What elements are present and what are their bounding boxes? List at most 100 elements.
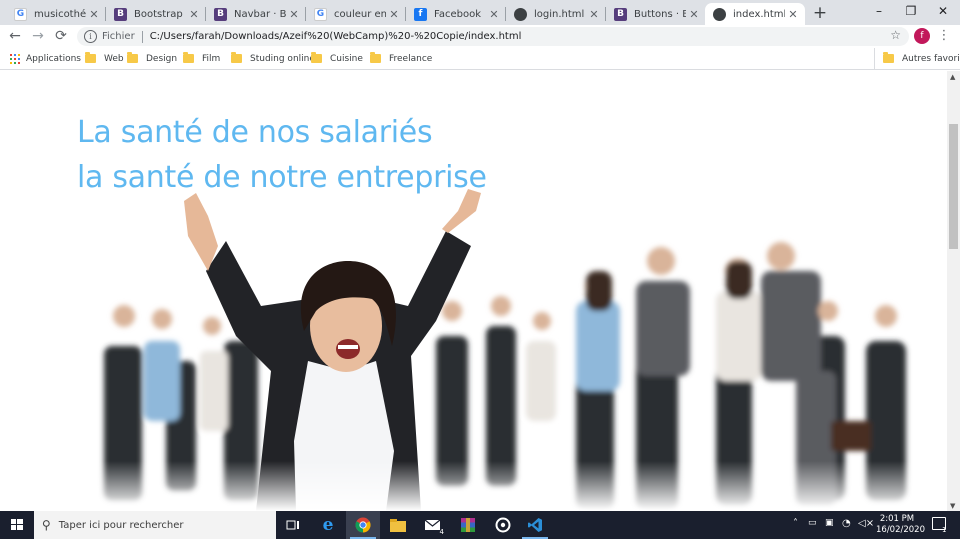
taskbar-chrome[interactable] xyxy=(346,511,380,539)
folder-icon xyxy=(231,52,242,63)
taskbar-vscode[interactable] xyxy=(518,511,552,539)
page-viewport: La santé de nos salariés la santé de not… xyxy=(0,71,947,511)
close-tab-icon[interactable]: ✕ xyxy=(86,8,102,21)
bookmark-freelance[interactable]: Freelance xyxy=(370,48,432,69)
forward-button[interactable]: → xyxy=(27,25,49,48)
taskbar-file-explorer[interactable] xyxy=(381,511,415,539)
folder-icon xyxy=(127,52,138,63)
page-scrollbar[interactable]: ▲ ▼ xyxy=(947,71,960,511)
bookmark-label: Design xyxy=(146,53,178,64)
bookmark-label: Studing online xyxy=(250,53,315,64)
globe-icon xyxy=(514,7,527,21)
tab-0[interactable]: G musicothérapie ✕ xyxy=(6,3,106,25)
clock-date: 16/02/2020 xyxy=(876,525,925,535)
bookmark-label: Film xyxy=(202,53,221,64)
apps-grid-icon xyxy=(10,53,20,64)
close-tab-icon[interactable]: ✕ xyxy=(586,8,602,21)
taskbar-media-player[interactable] xyxy=(486,511,520,539)
maximize-button[interactable]: ❐ xyxy=(895,0,927,25)
tab-title: musicothérapie xyxy=(34,8,86,20)
task-view-button[interactable] xyxy=(276,511,310,539)
close-tab-icon[interactable]: ✕ xyxy=(386,8,402,21)
wifi-icon[interactable]: ◔ xyxy=(842,518,851,529)
tab-title: index.html xyxy=(733,8,785,20)
browser-toolbar: ← → ⟳ i Fichier C:/Users/farah/Downloads… xyxy=(0,25,960,48)
reload-button[interactable]: ⟳ xyxy=(50,25,72,48)
close-tab-icon[interactable]: ✕ xyxy=(686,8,702,21)
folder-icon xyxy=(311,52,322,63)
headline-line-1: La santé de nos salariés xyxy=(77,115,433,150)
address-bar[interactable]: i Fichier C:/Users/farah/Downloads/Azeif… xyxy=(77,27,909,46)
scroll-up-arrow-icon[interactable]: ▲ xyxy=(950,73,955,81)
close-tab-icon[interactable]: ✕ xyxy=(785,8,801,21)
tab-title: Buttons · Boot xyxy=(634,8,686,20)
close-window-button[interactable]: ✕ xyxy=(927,0,959,25)
windows-taskbar: ⚲ Taper ici pour rechercher e 4 ˄ ▭ ▣ ◔ … xyxy=(0,511,960,539)
bookmark-label: Cuisine xyxy=(330,53,363,64)
close-tab-icon[interactable]: ✕ xyxy=(186,8,202,21)
hero-headline: La santé de nos salariés la santé de not… xyxy=(77,110,487,200)
taskbar-mail[interactable]: 4 xyxy=(416,511,450,539)
battery-icon[interactable]: ▭ xyxy=(808,518,817,528)
folder-icon xyxy=(183,52,194,63)
scroll-down-arrow-icon[interactable]: ▼ xyxy=(950,502,955,510)
tab-strip: G musicothérapie ✕ B Bootstrap · The ✕ B… xyxy=(0,0,960,25)
bookmark-label: Applications xyxy=(26,53,81,64)
taskbar-winrar[interactable] xyxy=(451,511,485,539)
bootstrap-icon: B xyxy=(614,7,627,21)
bookmark-design[interactable]: Design xyxy=(127,48,177,69)
tab-3[interactable]: G couleur en htm ✕ xyxy=(306,3,406,25)
tab-2[interactable]: B Navbar · Boots ✕ xyxy=(206,3,306,25)
winrar-icon xyxy=(461,518,475,532)
scroll-thumb[interactable] xyxy=(949,124,958,249)
bookmark-studing-online[interactable]: Studing online xyxy=(231,48,315,69)
tab-5[interactable]: login.html ✕ xyxy=(506,3,606,25)
bookmark-film[interactable]: Film xyxy=(183,48,220,69)
bookmark-web[interactable]: Web xyxy=(85,48,124,69)
scheme-label: Fichier xyxy=(102,31,135,42)
close-tab-icon[interactable]: ✕ xyxy=(486,8,502,21)
bookmark-label: Autres favoris xyxy=(902,53,960,64)
new-tab-button[interactable]: + xyxy=(809,3,831,23)
taskbar-search[interactable]: ⚲ Taper ici pour rechercher xyxy=(34,511,276,539)
tab-6[interactable]: B Buttons · Boot ✕ xyxy=(606,3,706,25)
menu-dots-icon[interactable]: ⋮ xyxy=(937,26,951,46)
clock-time: 2:01 PM xyxy=(879,514,915,524)
tab-title: Facebook xyxy=(434,8,481,20)
taskbar-edge[interactable]: e xyxy=(311,511,345,539)
chevron-up-icon[interactable]: ˄ xyxy=(793,518,798,529)
bookmark-cuisine[interactable]: Cuisine xyxy=(311,48,363,69)
windows-logo-icon xyxy=(11,519,23,530)
bookmarks-bar: Applications Web Design Film Studing onl… xyxy=(0,48,960,70)
tab-1[interactable]: B Bootstrap · The ✕ xyxy=(106,3,206,25)
volume-icon[interactable]: ◁× xyxy=(858,518,874,529)
tab-4[interactable]: f Facebook ✕ xyxy=(406,3,506,25)
google-icon: G xyxy=(14,7,27,21)
mail-badge: 4 xyxy=(439,528,444,536)
start-button[interactable] xyxy=(0,511,34,539)
vscode-icon xyxy=(528,518,542,532)
folder-icon xyxy=(883,52,894,63)
back-button[interactable]: ← xyxy=(4,25,26,48)
taskbar-clock[interactable]: 2:01 PM 16/02/2020 xyxy=(876,514,925,536)
chrome-icon xyxy=(355,517,371,533)
folder-icon xyxy=(370,52,381,63)
task-view-icon xyxy=(286,520,299,530)
facebook-icon: f xyxy=(414,7,427,21)
tab-active[interactable]: index.html ✕ xyxy=(705,3,805,25)
file-explorer-icon xyxy=(390,518,406,532)
close-tab-icon[interactable]: ✕ xyxy=(286,8,302,21)
bookmark-other[interactable]: Autres favoris xyxy=(874,48,960,69)
url-text[interactable]: C:/Users/farah/Downloads/Azeif%20(WebCam… xyxy=(150,31,522,42)
notification-count: 1 xyxy=(942,526,947,534)
address-separator xyxy=(141,30,143,43)
bookmark-apps[interactable]: Applications xyxy=(10,48,81,69)
network-icon[interactable]: ▣ xyxy=(825,518,834,528)
profile-avatar[interactable]: f xyxy=(914,28,930,44)
search-placeholder: Taper ici pour rechercher xyxy=(58,519,184,531)
bookmark-star-icon[interactable]: ☆ xyxy=(890,28,901,42)
system-tray: ˄ ▭ ▣ ◔ ◁× 2:01 PM 16/02/2020 1 xyxy=(790,511,960,539)
minimize-button[interactable]: – xyxy=(863,0,895,25)
edge-icon: e xyxy=(322,515,334,535)
info-icon[interactable]: i xyxy=(84,30,97,43)
